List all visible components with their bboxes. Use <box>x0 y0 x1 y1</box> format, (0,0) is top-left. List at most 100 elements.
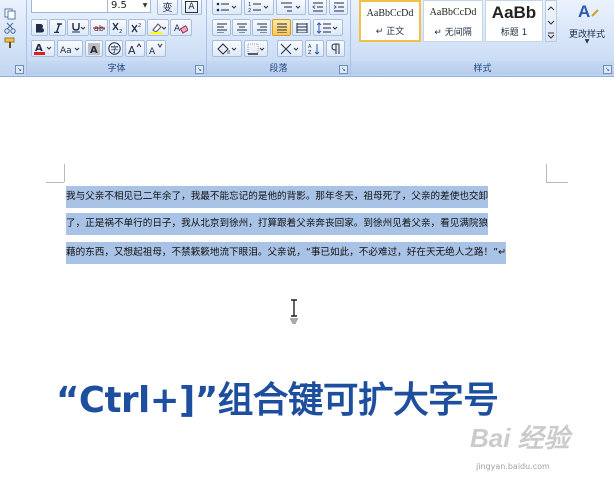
style-normal-card[interactable]: AaBbCcDd ↵ 正文 <box>359 0 421 42</box>
character-shading-button[interactable]: A <box>85 40 103 57</box>
text-cursor-icon <box>288 298 300 328</box>
paragraph-line[interactable]: 了，正是祸不单行的日子，我从北京到徐州，打算跟着父亲奔丧回家。到徐州见着父亲，看… <box>66 213 489 235</box>
font-size-combo[interactable]: 9.5 ▼ <box>107 0 151 13</box>
line-spacing-icon <box>317 21 338 34</box>
margin-mark-left <box>64 164 65 182</box>
numbering-button[interactable]: 12 <box>244 0 274 15</box>
word-window: ↘ ▼ 9.5 ▼ 变 A <box>0 0 614 477</box>
svg-text:Aa: Aa <box>60 46 72 55</box>
bold-button[interactable] <box>31 19 48 36</box>
show-marks-button[interactable] <box>326 40 345 57</box>
enclose-character-button[interactable]: 字 <box>105 40 123 57</box>
increase-indent-button[interactable] <box>329 0 348 15</box>
format-painter-icon[interactable] <box>4 34 16 53</box>
subscript-button[interactable]: 2 <box>109 19 127 36</box>
shrink-font-button[interactable]: A <box>146 40 166 57</box>
svg-text:Z: Z <box>308 50 312 55</box>
grow-font-icon: A <box>128 42 142 55</box>
baidu-watermark: Bai 经验 jingyan.baidu.com <box>470 418 610 471</box>
margin-mark-left-h <box>46 182 64 183</box>
styles-group-label: 样式 <box>351 61 614 75</box>
font-color-button[interactable]: A <box>31 40 55 57</box>
clipboard-launcher-icon[interactable]: ↘ <box>15 65 24 74</box>
strikethrough-icon: abc <box>93 24 105 33</box>
superscript-button[interactable]: 2 <box>128 19 146 36</box>
svg-text:2: 2 <box>248 8 251 13</box>
bullet-list-icon <box>216 2 237 11</box>
italic-button[interactable] <box>49 19 66 36</box>
chinese-layout-icon <box>280 43 299 54</box>
change-styles-icon: A <box>578 2 599 21</box>
wen-label: 变 <box>162 3 173 14</box>
change-case-button[interactable]: Aa <box>57 40 83 57</box>
align-center-button[interactable] <box>232 19 251 36</box>
multilevel-list-button[interactable] <box>276 0 306 15</box>
style-sample: AaBbCcDd <box>366 8 414 19</box>
line-spacing-button[interactable] <box>313 19 343 36</box>
italic-icon <box>54 22 62 33</box>
decrease-indent-button[interactable] <box>308 0 327 15</box>
paragraph-group: 12 A Z 段落 ↘ <box>207 0 351 77</box>
wen-button[interactable]: 变 <box>157 0 178 15</box>
style-name: ↵ 无间隔 <box>434 28 472 38</box>
svg-text:2: 2 <box>138 23 141 29</box>
gallery-arrows-icon <box>547 6 555 39</box>
clipboard-group: ↘ <box>0 0 27 77</box>
align-right-icon <box>256 23 267 33</box>
style-sample: AaBbCcDd <box>429 7 477 18</box>
change-styles-button[interactable]: A 更改样式 ▼ <box>561 0 613 48</box>
enclose-character-icon: 字 <box>107 42 121 55</box>
watermark-brand: Bai 经验 <box>470 423 570 453</box>
distributed-button[interactable] <box>292 19 311 36</box>
clear-formatting-button[interactable]: A <box>170 19 192 36</box>
watermark-url: jingyan.baidu.com <box>476 462 550 471</box>
paragraph-line[interactable]: 我与父亲不相见已二年余了，我最不能忘记的是他的背影。那年冬天，祖母死了，父亲的差… <box>66 186 489 208</box>
styles-gallery-scroll[interactable] <box>545 0 557 42</box>
grow-font-button[interactable]: A <box>125 40 145 57</box>
font-color-icon: A <box>34 43 52 55</box>
subscript-icon: 2 <box>112 22 122 33</box>
paragraph-line[interactable]: 藉的东西，又想起祖母，不禁簌簌地流下眼泪。父亲说，“事已如此，不必难过，好在天无… <box>66 242 507 264</box>
align-left-button[interactable] <box>212 19 231 36</box>
borders-icon <box>247 43 265 55</box>
font-dialog-launcher-icon[interactable]: ↘ <box>195 65 204 74</box>
bullets-button[interactable] <box>212 0 242 15</box>
styles-group: AaBbCcDd ↵ 正文 AaBbCcDd ↵ 无间隔 AaBb 标题 1 A… <box>351 0 614 77</box>
bold-icon <box>36 23 44 32</box>
increase-indent-icon <box>333 2 344 11</box>
tutorial-caption: “Ctrl+]”组合键可扩大字号 <box>56 380 499 421</box>
font-group-label: 字体 <box>27 61 206 75</box>
font-size-value: 9.5 <box>111 0 127 11</box>
multilevel-list-icon <box>281 2 301 11</box>
numbered-list-icon: 12 <box>248 2 269 13</box>
underline-icon <box>72 23 85 33</box>
justify-button[interactable] <box>272 19 291 36</box>
style-no-spacing-card[interactable]: AaBbCcDd ↵ 无间隔 <box>423 0 483 42</box>
text-highlight-button[interactable] <box>147 19 169 36</box>
paragraph-dialog-launcher-icon[interactable]: ↘ <box>339 65 348 74</box>
sort-button[interactable]: AZ <box>305 40 324 57</box>
change-case-icon: Aa <box>60 46 80 55</box>
strikethrough-button[interactable]: abc <box>90 19 108 36</box>
character-border-label: A <box>185 0 198 13</box>
align-right-button[interactable] <box>252 19 271 36</box>
align-left-icon <box>216 23 227 33</box>
underline-button[interactable] <box>67 19 89 36</box>
svg-text:A: A <box>149 47 156 55</box>
styles-dialog-launcher-icon[interactable]: ↘ <box>603 65 612 74</box>
shrink-font-icon: A <box>149 43 163 55</box>
svg-text:A: A <box>174 24 181 34</box>
character-border-button[interactable]: A <box>181 0 202 15</box>
chinese-layout-button[interactable] <box>277 40 303 57</box>
svg-text:2: 2 <box>119 29 122 33</box>
svg-text:A: A <box>90 45 98 55</box>
pilcrow-icon <box>330 43 339 54</box>
chevron-down-icon: ▼ <box>142 2 148 9</box>
shading-button[interactable] <box>212 40 242 57</box>
style-heading1-card[interactable]: AaBb 标题 1 <box>485 0 543 42</box>
font-group: ▼ 9.5 ▼ 变 A abc <box>27 0 207 77</box>
paint-bucket-icon <box>217 42 237 55</box>
chevron-down-icon: ▼ <box>584 38 590 45</box>
ribbon: ↘ ▼ 9.5 ▼ 变 A <box>0 0 614 77</box>
borders-button[interactable] <box>244 40 268 57</box>
